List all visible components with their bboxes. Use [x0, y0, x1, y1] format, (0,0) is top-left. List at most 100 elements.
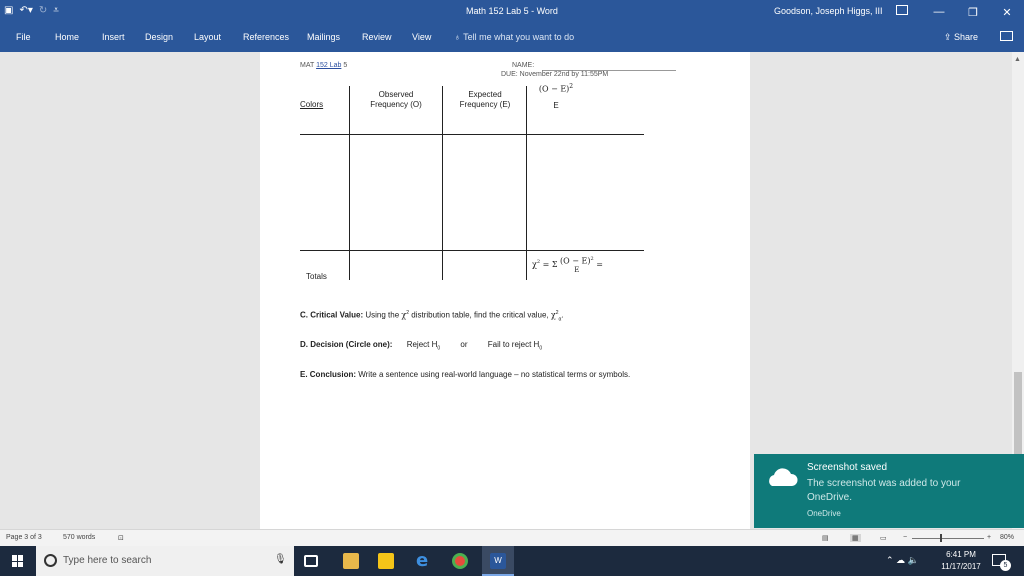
read-mode-icon[interactable]: ▤ — [822, 534, 829, 542]
or-text: or — [460, 340, 468, 349]
zoom-slider-thumb[interactable] — [940, 534, 942, 542]
formula-denominator: E — [553, 100, 559, 110]
col-header-observed-line2: Frequency (O) — [370, 100, 422, 109]
windows-start-icon[interactable] — [12, 555, 24, 567]
page-count[interactable]: Page 3 of 3 — [6, 534, 42, 541]
tab-references[interactable]: References — [243, 32, 289, 42]
cloud-icon — [769, 468, 798, 486]
clock[interactable]: 6:41 PM 11/17/2017 — [932, 549, 990, 573]
microphone-icon[interactable]: 🎙 — [274, 554, 287, 565]
account-name[interactable]: Goodson, Joseph Higgs, III — [774, 6, 883, 16]
tell-me-box[interactable]: ♁ Tell me what you want to do — [454, 32, 574, 42]
col-header-formula: (O − E)2 E — [530, 82, 582, 111]
fail-sub: 0 — [539, 345, 543, 352]
close-icon[interactable]: ✕ — [990, 0, 1024, 24]
fail-text: Fail to reject H — [487, 340, 540, 349]
comments-icon[interactable] — [1000, 31, 1013, 41]
clock-date: 11/17/2017 — [941, 562, 981, 571]
title-bar: ▣ ↶▾ ↻ ⩡ Math 152 Lab 5 - Word Goodson, … — [0, 0, 1024, 24]
formula-exponent: 2 — [569, 83, 574, 90]
edge-icon[interactable]: e — [416, 552, 432, 570]
document-page[interactable]: MAT 152 Lab 5 NAME: DUE: November 22nd b… — [260, 52, 750, 529]
zoom-in-icon[interactable]: + — [987, 534, 991, 541]
web-layout-icon[interactable]: ▭ — [880, 534, 887, 542]
conclusion-label: E. Conclusion: — [300, 370, 356, 379]
share-label: Share — [954, 32, 979, 42]
conclusion-line: E. Conclusion: Write a sentence using re… — [300, 370, 630, 379]
zoom-slider[interactable] — [912, 538, 984, 539]
due-date: DUE: November 22nd by 11:55PM — [501, 71, 609, 78]
tab-layout[interactable]: Layout — [194, 32, 221, 42]
header-course-underlined: 152 Lab — [316, 62, 342, 69]
lightbulb-icon: ♁ — [454, 32, 464, 42]
restore-icon[interactable]: ❐ — [956, 0, 990, 24]
zoom-out-icon[interactable]: − — [903, 534, 907, 541]
chi-numerator: (O − E) — [560, 256, 591, 266]
tab-insert[interactable]: Insert — [102, 32, 125, 42]
decision-label: D. Decision (Circle one): — [300, 340, 393, 349]
table-rule — [300, 250, 644, 251]
zoom-level[interactable]: 80% — [1000, 534, 1014, 541]
chi-equals: = — [593, 259, 603, 269]
notification-badge: 5 — [1000, 560, 1011, 571]
decision-line: D. Decision (Circle one): Reject H0 or F… — [300, 340, 542, 352]
taskbar: Type here to search 🎙 e W ⌃ ☁ 🔈 6:41 PM … — [0, 546, 1024, 576]
critical-value-text2: distribution table, find the critical va… — [409, 310, 551, 320]
col-header-observed: Observed Frequency (O) — [352, 90, 440, 110]
col-header-expected-line2: Frequency (E) — [459, 100, 511, 109]
chi-sum: = Σ — [540, 259, 558, 269]
tab-view[interactable]: View — [412, 32, 431, 42]
file-explorer-icon[interactable] — [343, 553, 359, 569]
system-tray-icons[interactable]: ⌃ ☁ 🔈 — [886, 555, 919, 566]
chi-denominator: E — [574, 265, 580, 274]
critical-value-line: C. Critical Value: Using the χ2 distribu… — [300, 310, 564, 322]
tell-me-label: Tell me what you want to do — [463, 32, 575, 42]
name-label: NAME: — [512, 62, 535, 69]
col-header-expected-line1: Expected — [468, 90, 502, 99]
totals-label: Totals — [306, 272, 327, 281]
tab-file[interactable]: File — [16, 32, 31, 42]
clock-time: 6:41 PM — [946, 550, 976, 559]
col-header-colors: Colors — [300, 100, 324, 109]
toast-title: Screenshot saved — [807, 462, 888, 473]
cortana-icon — [44, 554, 57, 567]
reject-option: Reject H0 — [406, 340, 440, 352]
chi-fraction: (O − E)2 E — [560, 255, 594, 275]
fail-option: Fail to reject H0 — [487, 340, 543, 352]
tab-home[interactable]: Home — [55, 32, 79, 42]
header-course-prefix: MAT — [300, 62, 317, 69]
chi-square-formula: χ2 = Σ (O − E)2 E = — [532, 255, 603, 275]
scroll-up-icon[interactable]: ▲ — [1014, 56, 1021, 63]
chrome-icon[interactable] — [452, 553, 468, 569]
status-bar: Page 3 of 3 570 words ⊡ ▤ ▦ ▭ − + 80% — [0, 529, 1024, 546]
col-header-observed-line1: Observed — [378, 90, 414, 99]
reject-text: Reject H — [406, 340, 438, 349]
proofing-icon[interactable]: ⊡ — [118, 534, 124, 542]
toast-body: The screenshot was added to your OneDriv… — [807, 478, 961, 503]
critical-value-text1: Using the — [363, 310, 402, 320]
tab-review[interactable]: Review — [362, 32, 392, 42]
tab-mailings[interactable]: Mailings — [307, 32, 340, 42]
search-placeholder: Type here to search — [63, 555, 152, 566]
formula-numerator: (O − E) — [538, 84, 570, 94]
taskbar-search-box[interactable]: Type here to search 🎙 — [36, 546, 294, 576]
share-button[interactable]: ⇪ Share — [944, 32, 978, 43]
word-icon: W — [490, 553, 506, 569]
print-layout-icon[interactable]: ▦ — [850, 534, 861, 542]
ribbon-tabs: File Home Insert Design Layout Reference… — [0, 24, 1024, 52]
ribbon-display-options-icon[interactable] — [896, 5, 908, 15]
window-controls: — ❐ ✕ — [922, 0, 1024, 24]
critical-value-text3: . — [561, 310, 564, 320]
toast-source: OneDrive — [807, 509, 841, 518]
table-rule — [300, 134, 644, 135]
header-course: MAT 152 Lab 5 — [300, 62, 347, 69]
header-course-suffix: 5 — [341, 62, 348, 69]
share-icon: ⇪ — [944, 32, 955, 42]
onedrive-notification[interactable]: Screenshot saved The screenshot was adde… — [754, 454, 1024, 528]
store-icon[interactable] — [378, 553, 394, 569]
word-count[interactable]: 570 words — [63, 534, 95, 541]
task-view-icon[interactable] — [304, 555, 318, 567]
tab-design[interactable]: Design — [145, 32, 173, 42]
minimize-icon[interactable]: — — [922, 0, 956, 24]
critical-value-label: C. Critical Value: — [300, 310, 364, 320]
